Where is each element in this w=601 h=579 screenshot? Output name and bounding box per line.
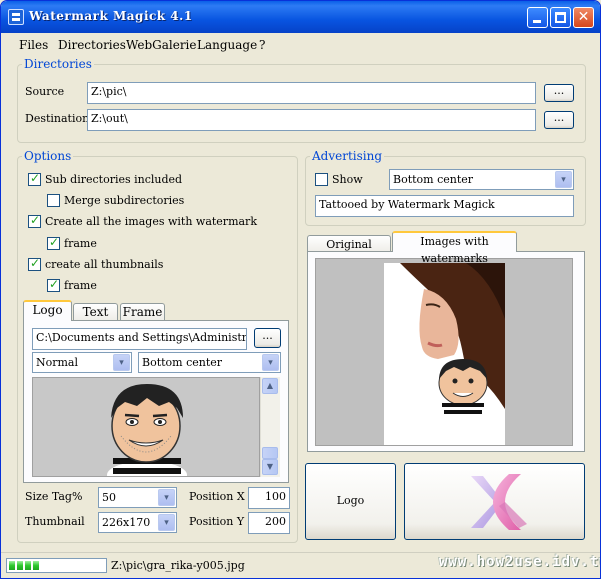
tab-logo[interactable]: Logo (23, 300, 72, 321)
progress-block (33, 561, 39, 570)
size-tag-label: Size Tag% (25, 490, 83, 503)
dropdown-arrow-icon[interactable]: ▾ (158, 514, 175, 531)
create-thumbs-checkbox[interactable]: ✓ (28, 256, 41, 271)
position-y-label: Position Y (189, 515, 245, 528)
blend-mode-select[interactable]: Normal ▾ (32, 352, 132, 373)
checkbox-check-icon: ✓ (49, 235, 60, 249)
merge-subdirs-checkbox[interactable] (47, 194, 60, 207)
progress-block (9, 561, 15, 570)
progress-block (17, 561, 23, 570)
source-browse-button[interactable]: ... (544, 84, 574, 102)
tab-images-with-watermarks[interactable]: Images with watermarks (392, 231, 517, 265)
maximize-icon (555, 12, 566, 23)
logo-position-value: Bottom center (142, 356, 223, 369)
status-file: Z:\pic\gra_rika-y005.jpg (111, 559, 245, 572)
source-input[interactable]: Z:\pic\ (87, 82, 536, 104)
logo-preview (32, 377, 260, 477)
thumbs-frame-label: frame (64, 279, 97, 292)
thumbnail-label: Thumbnail (25, 515, 85, 528)
thumbnail-value: 226x170 (102, 516, 151, 529)
watermarked-preview (315, 258, 573, 446)
close-button[interactable]: ✕ (573, 7, 594, 28)
position-x-input[interactable]: 100 (248, 487, 290, 509)
minimize-button[interactable] (527, 7, 548, 28)
close-icon: ✕ (577, 9, 590, 25)
thumbs-frame-checkbox[interactable]: ✓ (47, 277, 60, 292)
menu-files[interactable]: Files (19, 38, 48, 52)
watermarked-photo (384, 263, 505, 445)
position-y-input[interactable]: 200 (248, 512, 290, 534)
scroll-thumb[interactable] (262, 447, 278, 459)
scroll-up-icon[interactable]: ▲ (262, 378, 278, 394)
logo-preview-scrollbar[interactable]: ▲ ▼ (260, 377, 280, 477)
checkbox-check-icon: ✓ (30, 171, 41, 185)
menu-directories[interactable]: Directories (58, 38, 126, 52)
x-logo-icon (471, 474, 527, 530)
size-tag-select[interactable]: 50 ▾ (98, 487, 177, 508)
menu-language[interactable]: Language (197, 38, 257, 52)
advertising-legend: Advertising (310, 149, 385, 163)
thumbnail-select[interactable]: 226x170 ▾ (98, 512, 177, 533)
minimize-icon (533, 20, 541, 23)
checkbox-check-icon: ✓ (30, 256, 41, 270)
source-label: Source (25, 85, 65, 98)
images-frame-label: frame (64, 237, 97, 250)
logo-browse-button[interactable]: ... (254, 328, 281, 348)
destination-input[interactable]: Z:\out\ (87, 109, 536, 131)
dropdown-arrow-icon[interactable]: ▾ (113, 354, 130, 371)
options-legend: Options (22, 149, 74, 163)
ad-position-select[interactable]: Bottom center ▾ (389, 169, 574, 190)
start-process-button[interactable] (404, 463, 585, 540)
dropdown-arrow-icon[interactable]: ▾ (158, 489, 175, 506)
destination-label: Destination (25, 112, 90, 125)
avatar-logo-image (107, 384, 187, 476)
maximize-button[interactable] (550, 7, 571, 28)
checkbox-check-icon: ✓ (49, 277, 60, 291)
title-bar[interactable]: Watermark Magick 4.1 ✕ (1, 1, 600, 33)
logo-button[interactable]: Logo (305, 463, 396, 540)
size-tag-value: 50 (102, 491, 116, 504)
logo-button-label: Logo (336, 494, 365, 507)
dropdown-arrow-icon[interactable]: ▾ (555, 171, 572, 188)
app-window: Watermark Magick 4.1 ✕ Files Directories… (0, 0, 601, 579)
destination-browse-button[interactable]: ... (544, 111, 574, 129)
merge-subdirs-label: Merge subdirectories (64, 194, 185, 207)
create-images-label: Create all the images with watermark (45, 215, 257, 228)
ad-text-input[interactable]: Tattooed by Watermark Magick (315, 195, 574, 217)
show-ad-label: Show (332, 173, 363, 186)
subdirs-checkbox[interactable]: ✓ (28, 171, 41, 186)
scroll-down-icon[interactable]: ▼ (262, 459, 278, 475)
create-thumbs-label: create all thumbnails (45, 258, 164, 271)
progress-block (25, 561, 31, 570)
images-frame-checkbox[interactable]: ✓ (47, 235, 60, 250)
checkbox-check-icon: ✓ (30, 213, 41, 227)
show-ad-checkbox[interactable] (315, 173, 328, 186)
logo-position-select[interactable]: Bottom center ▾ (138, 352, 281, 373)
site-watermark: www.how2use.idv.tw (439, 554, 601, 570)
position-x-label: Position X (189, 490, 245, 503)
window-title: Watermark Magick 4.1 (29, 9, 193, 23)
menu-help[interactable]: ? (259, 38, 265, 52)
progress-bar (6, 558, 107, 573)
logo-path-input[interactable]: C:\Documents and Settings\Administrator\… (32, 328, 247, 350)
dropdown-arrow-icon[interactable]: ▾ (262, 354, 279, 371)
directories-legend: Directories (22, 57, 94, 71)
subdirs-label: Sub directories included (45, 173, 183, 186)
create-images-checkbox[interactable]: ✓ (28, 213, 41, 228)
app-icon[interactable] (8, 9, 24, 25)
blend-mode-value: Normal (36, 356, 79, 369)
ad-position-value: Bottom center (393, 173, 474, 186)
menu-webgalerie[interactable]: WebGalerie (126, 38, 197, 52)
menu-bar: Files Directories WebGalerie Language ? (1, 33, 600, 55)
